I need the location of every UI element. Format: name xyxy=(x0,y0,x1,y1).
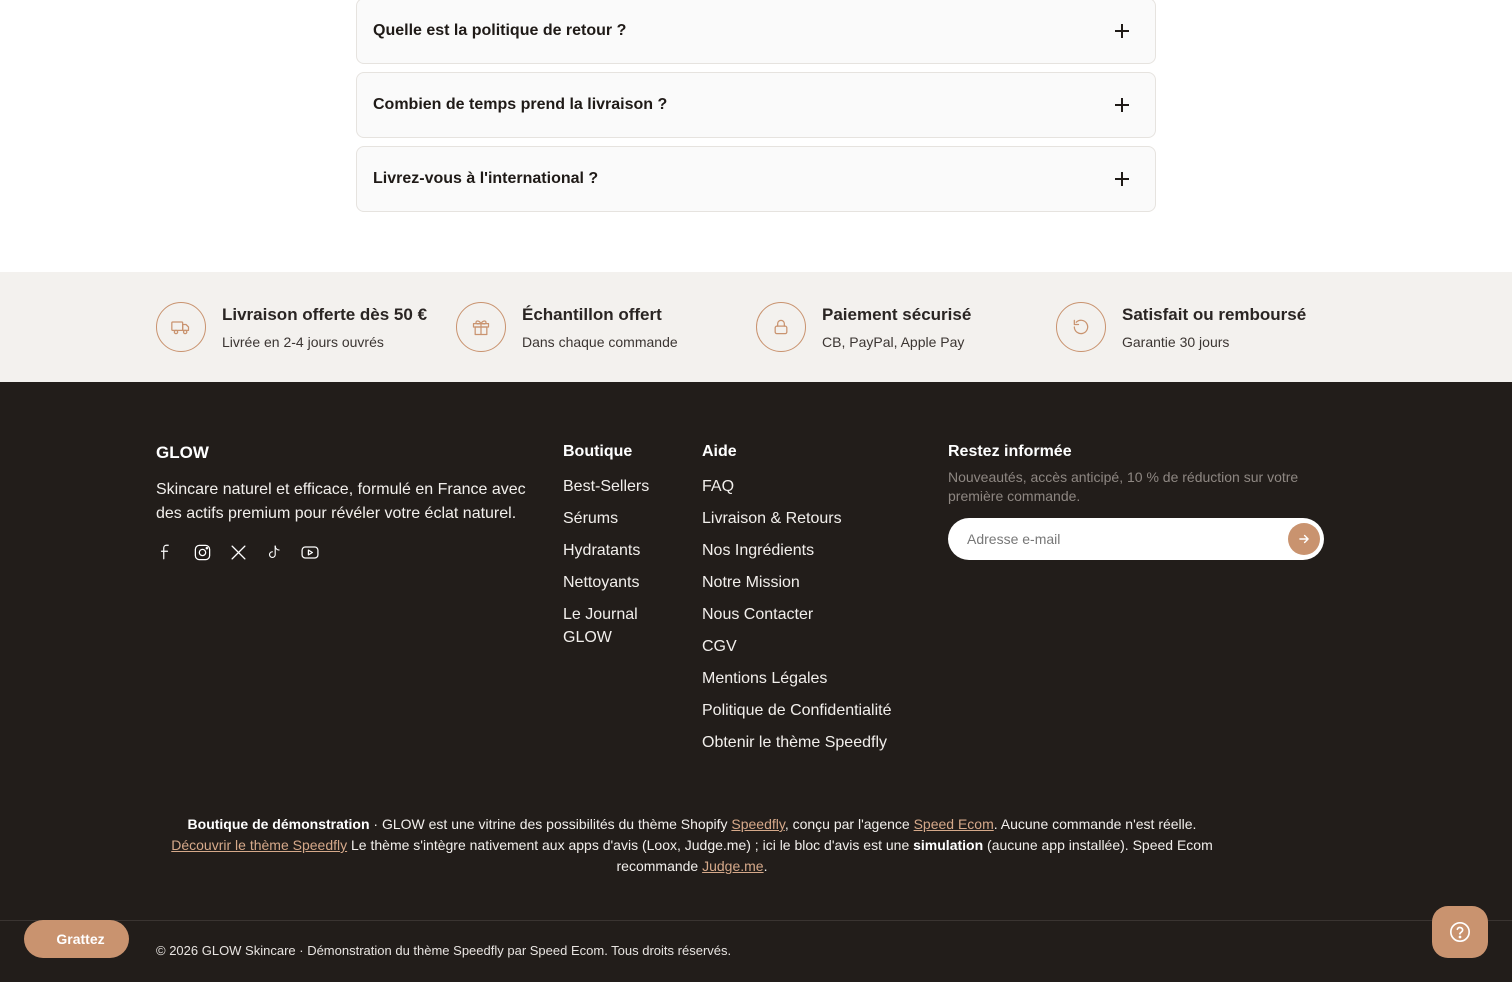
instagram-icon[interactable] xyxy=(192,542,212,562)
x-icon[interactable] xyxy=(228,542,248,562)
footer-link-livraison-retours[interactable]: Livraison & Retours xyxy=(702,507,922,530)
email-input[interactable] xyxy=(967,531,1288,547)
speedfly-link[interactable]: Speedfly xyxy=(731,816,784,832)
footer-link-mission[interactable]: Notre Mission xyxy=(702,571,922,594)
faq-section: Quelle est la politique de retour ? Comb… xyxy=(0,0,1512,272)
scratch-game-button[interactable]: Grattez xyxy=(24,920,129,958)
footer-link-best-sellers[interactable]: Best-Sellers xyxy=(563,475,673,498)
arrow-right-icon xyxy=(1299,534,1309,544)
trust-subtitle: Garantie 30 jours xyxy=(1122,333,1230,350)
faq-question: Combien de temps prend la livraison ? xyxy=(373,96,668,113)
help-button[interactable] xyxy=(1432,906,1488,958)
footer-link-cgv[interactable]: CGV xyxy=(702,635,922,658)
plus-icon[interactable] xyxy=(1115,172,1129,186)
footer-brand-description: Skincare naturel et efficace, formulé en… xyxy=(156,481,526,522)
tiktok-icon[interactable] xyxy=(264,542,284,562)
scratch-game-label: Grattez xyxy=(56,931,105,947)
discover-theme-link[interactable]: Découvrir le thème Speedfly xyxy=(171,837,347,853)
judgeme-link[interactable]: Judge.me xyxy=(702,858,763,874)
trust-title: Livraison offerte dès 50 € xyxy=(222,304,428,324)
demo-text: , conçu par l'agence xyxy=(784,816,914,832)
truck-icon xyxy=(156,302,206,352)
trust-item-refund: Satisfait ou remboursé Garantie 30 jours xyxy=(1056,302,1306,352)
footer-column-boutique: Boutique Best-Sellers Sérums Hydratants … xyxy=(563,443,673,658)
demo-text: . Aucune commande n'est réelle. xyxy=(993,816,1197,832)
newsletter-title: Restez informée xyxy=(948,443,1072,460)
trust-bar: Livraison offerte dès 50 € Livrée en 2-4… xyxy=(0,272,1512,382)
newsletter-submit-button[interactable] xyxy=(1288,523,1320,555)
footer-divider xyxy=(0,920,1512,921)
footer-column-aide: Aide FAQ Livraison & Retours Nos Ingrédi… xyxy=(702,443,922,763)
trust-title: Satisfait ou remboursé xyxy=(1122,304,1307,324)
trust-subtitle: Livrée en 2-4 jours ouvrés xyxy=(222,333,384,350)
faq-item-international[interactable]: Livrez-vous à l'international ? xyxy=(356,146,1156,212)
social-links xyxy=(156,542,320,562)
footer-link-hydratants[interactable]: Hydratants xyxy=(563,539,673,562)
demo-text: · GLOW est une vitrine des possibilités … xyxy=(369,816,732,832)
footer-column-title: Aide xyxy=(702,443,737,460)
demo-text: Le thème s'intègre nativement aux apps d… xyxy=(347,837,914,853)
demo-label: Boutique de démonstration xyxy=(187,816,370,832)
footer-link-speedfly-theme[interactable]: Obtenir le thème Speedfly xyxy=(702,731,922,754)
footer-link-journal[interactable]: Le Journal GLOW xyxy=(563,603,673,649)
faq-item-return-policy[interactable]: Quelle est la politique de retour ? xyxy=(356,0,1156,64)
trust-item-sample: Échantillon offert Dans chaque commande xyxy=(456,302,678,352)
footer-link-confidentialite[interactable]: Politique de Confidentialité xyxy=(702,699,922,722)
footer-link-ingredients[interactable]: Nos Ingrédients xyxy=(702,539,922,562)
footer-link-faq[interactable]: FAQ xyxy=(702,475,922,498)
copyright-text: © 2026 GLOW Skincare · Démonstration du … xyxy=(156,943,732,958)
gift-icon xyxy=(456,302,506,352)
facebook-icon[interactable] xyxy=(156,542,176,562)
speed-ecom-link[interactable]: Speed Ecom xyxy=(914,816,994,832)
help-icon xyxy=(1450,922,1470,942)
footer-link-mentions-legales[interactable]: Mentions Légales xyxy=(702,667,922,690)
youtube-icon[interactable] xyxy=(300,542,320,562)
faq-question: Livrez-vous à l'international ? xyxy=(373,170,599,187)
plus-icon[interactable] xyxy=(1115,98,1129,112)
trust-title: Échantillon offert xyxy=(522,304,662,324)
footer-link-contact[interactable]: Nous Contacter xyxy=(702,603,922,626)
trust-subtitle: CB, PayPal, Apple Pay xyxy=(822,333,965,350)
footer-link-nettoyants[interactable]: Nettoyants xyxy=(563,571,673,594)
footer-column-title: Boutique xyxy=(563,443,633,460)
trust-item-payment: Paiement sécurisé CB, PayPal, Apple Pay xyxy=(756,302,971,352)
lock-icon xyxy=(756,302,806,352)
trust-item-shipping: Livraison offerte dès 50 € Livrée en 2-4… xyxy=(156,302,427,352)
newsletter-description: Nouveautés, accès anticipé, 10 % de rédu… xyxy=(948,469,1299,504)
newsletter-form xyxy=(948,518,1324,560)
plus-icon[interactable] xyxy=(1115,24,1129,38)
simulation-label: simulation xyxy=(913,837,984,853)
trust-title: Paiement sécurisé xyxy=(822,304,972,324)
footer-link-serums[interactable]: Sérums xyxy=(563,507,673,530)
faq-question: Quelle est la politique de retour ? xyxy=(373,22,627,39)
refresh-icon xyxy=(1056,302,1106,352)
trust-subtitle: Dans chaque commande xyxy=(522,333,678,350)
site-footer: GLOW Skincare naturel et efficace, formu… xyxy=(0,382,1512,982)
demo-text: . xyxy=(763,858,768,874)
demo-disclaimer: Boutique de démonstration · GLOW est une… xyxy=(156,814,1228,877)
footer-brand-title: GLOW xyxy=(156,443,209,462)
faq-item-delivery-time[interactable]: Combien de temps prend la livraison ? xyxy=(356,72,1156,138)
